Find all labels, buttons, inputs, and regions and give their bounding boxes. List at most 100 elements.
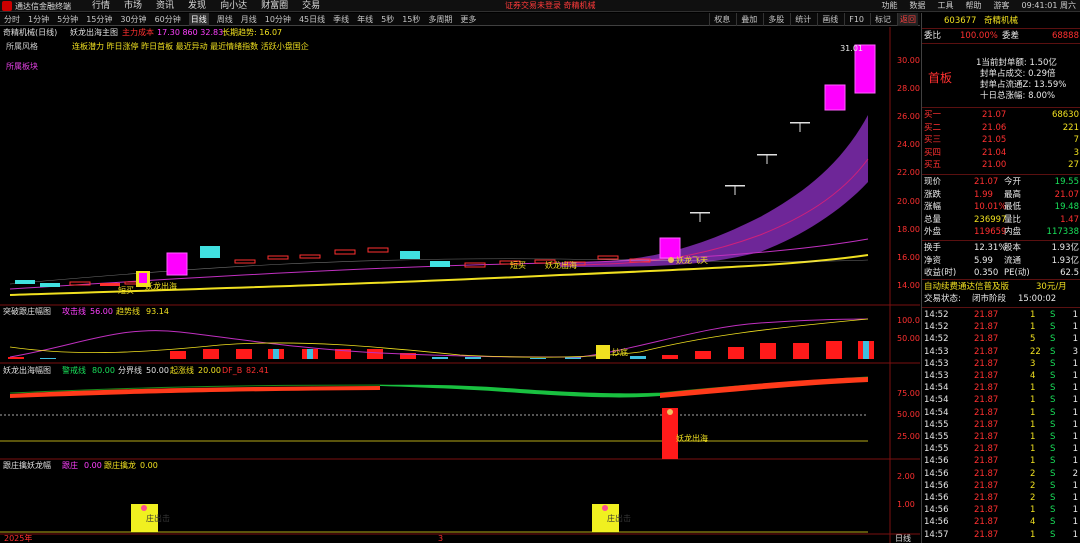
price-tick: 14.00	[897, 281, 920, 290]
panel3-l1-value: 80.00	[92, 366, 115, 375]
panel2-bar	[203, 349, 219, 359]
panel3-l2-label: 分界线	[118, 365, 142, 375]
commission-row: 委比 100.00% 委差 68888	[924, 31, 1079, 41]
period-tab[interactable]: 60分钟	[155, 13, 181, 26]
tick-row: 14:57 21.87 1 S 1	[924, 529, 1078, 540]
price-tick: 30.00	[897, 56, 920, 65]
panel3-tick: 50.00	[897, 410, 920, 419]
bid-level-row[interactable]: 买三 21.05 7	[922, 135, 1080, 145]
tick-row: 14:56 21.87 2 S 2	[924, 468, 1078, 479]
ann-yaolong: 妖龙出海	[545, 260, 577, 270]
panel4-l1-value: 0.00	[84, 461, 102, 470]
period-tab[interactable]: 分时	[4, 13, 20, 26]
time-axis-period: 日线	[895, 533, 911, 543]
period-tab[interactable]: 30分钟	[120, 13, 146, 26]
period-toolbar: 分时 1分钟 5分钟 15分钟 30分钟 60分钟 日线 周线 月线 10分钟 45日线 季线 年线 5秒…	[0, 13, 920, 26]
period-tab[interactable]: 5分钟	[57, 13, 78, 26]
panel2-bar	[170, 351, 186, 359]
period-tab[interactable]: 5秒	[381, 13, 394, 26]
candle	[69, 281, 91, 286]
bid-level-row[interactable]: 买一 21.07 68630	[922, 110, 1080, 120]
tick-row: 14:52 21.87 1 S 1	[924, 310, 1078, 320]
panel2-l2-label: 趋势线	[116, 306, 140, 316]
tick-row: 14:56 21.87 1 S 1	[924, 505, 1078, 516]
stat-row: 涨跌 1.99 最高 21.07	[924, 189, 1079, 200]
period-tab[interactable]: 更多	[460, 13, 476, 26]
period-tab[interactable]: 周线	[217, 13, 233, 26]
bid-level-row[interactable]: 买四 21.04 3	[922, 148, 1080, 158]
indicator-name: 妖龙出海主图	[70, 27, 118, 37]
seal-line: 十日总涨幅: 8.00%	[980, 91, 1056, 101]
seal-line: 封单占流通Z: 13.59%	[980, 80, 1067, 90]
menu-item-assistant[interactable]: 向小达	[220, 0, 247, 12]
panel3-green-band	[380, 384, 660, 398]
period-tab[interactable]: 日线	[188, 13, 209, 26]
ann-left-buy: 短买	[118, 285, 134, 295]
panel3-l2-value: 50.00	[146, 366, 169, 375]
tool-button[interactable]: 叠加	[736, 13, 757, 26]
quote-panel: 603677 奇精机械 委比 100.00% 委差 68888 首板 1当前封单…	[921, 13, 1080, 543]
menu-item-help[interactable]: 帮助	[966, 0, 982, 12]
tool-button[interactable]: 返回	[897, 13, 918, 26]
candle	[267, 255, 289, 260]
user-label[interactable]: 游客	[994, 0, 1010, 12]
period-tab[interactable]: 10分钟	[265, 13, 291, 26]
panel2-bar	[662, 355, 678, 359]
price-tick: 20.00	[897, 197, 920, 206]
bid-level-row[interactable]: 买二 21.06 221	[922, 123, 1080, 133]
stat-row: 现价 21.07 今开 19.55	[924, 177, 1079, 187]
panel2-l2-value: 93.14	[146, 307, 169, 316]
stat-row: 总量 236997 量比 1.47	[924, 214, 1079, 225]
tool-button[interactable]: F10	[844, 13, 864, 26]
chart-tools: 权息 叠加 多股 统计 画线 F10 标记 返回	[709, 13, 918, 26]
tick-row: 14:53 21.87 22 S 3	[924, 346, 1078, 357]
login-warning: 证券交易未登录 奇精机械	[505, 1, 596, 10]
menu-item-functions[interactable]: 功能	[882, 0, 898, 12]
tool-button[interactable]: 标记	[870, 13, 891, 26]
menu-item-wealth[interactable]: 财富圈	[261, 0, 288, 12]
candle	[40, 283, 60, 287]
period-tab[interactable]: 月线	[241, 13, 257, 26]
menu-item-market[interactable]: 市场	[124, 0, 142, 12]
menu-item-discover[interactable]: 发现	[188, 0, 206, 12]
price-tick: 18.00	[897, 225, 920, 234]
panel2-bar	[695, 351, 711, 359]
menu-item-trade[interactable]: 交易	[302, 0, 320, 12]
period-tab[interactable]: 15分钟	[86, 13, 112, 26]
tick-row: 14:54 21.87 1 S 1	[924, 395, 1078, 406]
ad-row[interactable]: 自动续费通达信普及版 30元/月	[922, 282, 1080, 292]
candle	[400, 251, 420, 259]
panel2-bar	[728, 347, 744, 359]
period-tab[interactable]: 15秒	[402, 13, 420, 26]
panel4-tick: 2.00	[897, 472, 915, 481]
period-tab[interactable]: 1分钟	[28, 13, 49, 26]
stock-code: 603677	[944, 16, 977, 26]
candle	[824, 84, 846, 111]
panel4-ann: 庄出击	[146, 513, 170, 523]
tool-button[interactable]: 画线	[817, 13, 838, 26]
period-tab[interactable]: 45日线	[299, 13, 325, 26]
candle	[15, 280, 35, 284]
menu-item-data[interactable]: 数据	[910, 0, 926, 12]
tick-row: 14:54 21.87 1 S 1	[924, 383, 1078, 394]
panel3-tick: 25.00	[897, 432, 920, 441]
panel4-tick: 1.00	[897, 500, 915, 509]
panel3-l1-label: 警戒线	[62, 365, 86, 375]
menu-item-tools[interactable]: 工具	[938, 0, 954, 12]
menu-item-news[interactable]: 资讯	[156, 0, 174, 12]
panel2-bars	[8, 341, 874, 359]
kline-chart[interactable]: 奇精机械(日线) 妖龙出海主图 主力成本 17.30 860 32.83 长期趋…	[0, 27, 920, 543]
period-tab[interactable]: 季线	[333, 13, 349, 26]
menu-item-quotes[interactable]: 行情	[92, 0, 110, 12]
panel3-red-band	[10, 386, 380, 398]
period-tab[interactable]: 多周期	[428, 13, 452, 26]
bid-level-row[interactable]: 买五 21.00 27	[922, 160, 1080, 170]
panel2-l1-value: 56.00	[90, 307, 113, 316]
stat-row: 外盘 119659 内盘 117338	[924, 227, 1079, 237]
tool-button[interactable]: 权息	[709, 13, 730, 26]
trade-status-row: 交易状态: 闭市阶段 15:00:02	[924, 294, 1057, 304]
tool-button[interactable]: 多股	[763, 13, 784, 26]
tool-button[interactable]: 统计	[790, 13, 811, 26]
period-tab[interactable]: 年线	[357, 13, 373, 26]
ann-feitian: 妖龙飞天	[676, 255, 708, 265]
